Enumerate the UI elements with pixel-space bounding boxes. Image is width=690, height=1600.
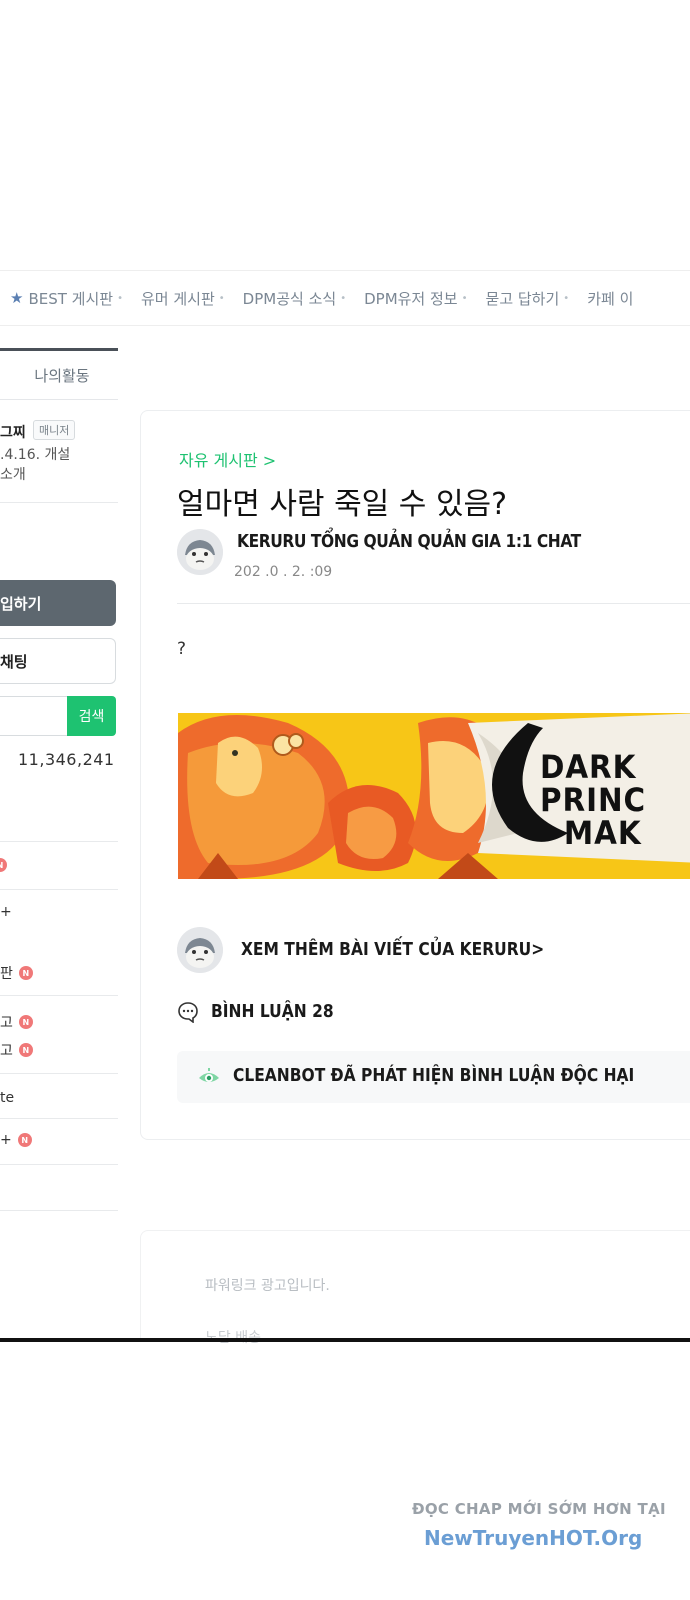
author-name[interactable]: KERURU TỔNG QUẢN QUẢN GIA 1:1 CHAT [237, 531, 581, 552]
menu-item-label: te [0, 1090, 15, 1106]
menu-item[interactable]: + N [0, 1132, 32, 1148]
board-nav-bar: ★ BEST 게시판 • 유머 게시판 • DPM공식 소식 • DPM유저 정… [0, 270, 690, 326]
nav-item-cafe[interactable]: 카페 이 [587, 288, 633, 309]
menu-item[interactable]: 고 N [0, 1012, 33, 1032]
nav-item-best[interactable]: ★ BEST 게시판 [10, 288, 113, 309]
post-date: 202 .0 . 2. :09 [234, 564, 333, 580]
nav-item-label: 묻고 답하기 [485, 289, 560, 308]
cafe-chat-button[interactable]: 채팅 [0, 638, 116, 684]
new-badge: N [0, 858, 7, 872]
manager-badge: 매니저 [33, 420, 76, 440]
menu-item[interactable]: te [0, 1090, 14, 1106]
divider [0, 1210, 118, 1211]
new-badge: N [18, 966, 33, 980]
ad-label: 파워링크 광고입니다. [205, 1278, 330, 1294]
more-posts-link[interactable]: XEM THÊM BÀI VIẾT CỦA KERURU> [241, 939, 544, 960]
cafe-name[interactable]: 그찌 [0, 422, 26, 442]
cleanbot-notice: CLEANBOT ĐÃ PHÁT HIỆN BÌNH LUẬN ĐỘC HẠI [177, 1051, 690, 1103]
menu-item[interactable]: 고 N [0, 1040, 33, 1060]
divider [0, 841, 118, 842]
new-badge: N [18, 1043, 33, 1057]
menu-item-label: 고 [0, 1015, 13, 1031]
comment-count[interactable]: BÌNH LUẬN 28 [211, 1001, 334, 1022]
nav-item-label: DPM공식 소식 [242, 289, 337, 308]
menu-item-label: 고 [0, 1043, 13, 1059]
cleanbot-text: CLEANBOT ĐÃ PHÁT HIỆN BÌNH LUẬN ĐỘC HẠI [233, 1065, 635, 1086]
board-breadcrumb[interactable]: 자유 게시판 > [179, 447, 276, 471]
menu-item-label: 판 [0, 966, 13, 982]
member-count: 11,346,241 [18, 750, 115, 769]
nav-separator: • [117, 292, 123, 304]
post-body: ? [177, 639, 187, 659]
cafe-intro-link[interactable]: 소개 [0, 464, 26, 484]
nav-item-qna[interactable]: 묻고 답하기 [486, 288, 560, 309]
author-avatar[interactable] [177, 927, 223, 973]
avatar-penguin-icon [177, 927, 223, 973]
comment-icon [178, 1002, 198, 1023]
ad-item[interactable]: 노담 배송 [205, 1327, 261, 1347]
nav-item-humor[interactable]: 유머 게시판 [141, 288, 215, 309]
join-cafe-button[interactable]: 입하기 [0, 580, 116, 626]
banner-logo-line: DARK [540, 748, 637, 786]
divider [0, 1164, 118, 1165]
star-icon: ★ [10, 289, 24, 307]
divider [0, 502, 118, 503]
article-card: 자유 게시판 > 얼마면 사람 죽일 수 있음? KERURU TỔNG QUẢ… [140, 410, 690, 1140]
banner-logo-line: PRINC [540, 781, 647, 819]
divider [0, 1118, 118, 1119]
divider [177, 603, 690, 604]
menu-item[interactable]: 판 N [0, 963, 33, 983]
nav-item-label: 유머 게시판 [140, 289, 215, 308]
new-badge: N [17, 1133, 32, 1147]
tab-my-activity[interactable]: 나의활동 [0, 348, 118, 400]
menu-item-label: + [0, 904, 12, 920]
banner-logo-line: MAK [563, 814, 642, 852]
watermark-site: NewTruyenHOT.Org [424, 1526, 643, 1550]
nav-item-label: DPM유저 정보 [364, 289, 458, 308]
menu-item[interactable]: + [0, 904, 12, 920]
author-avatar[interactable] [177, 529, 223, 575]
menu-item-label: + [0, 1132, 12, 1148]
nav-item-label: BEST 게시판 [28, 289, 114, 308]
nav-item-dpm-user-info[interactable]: DPM유저 정보 [364, 288, 458, 309]
new-badge: N [18, 1015, 33, 1029]
divider [0, 995, 118, 996]
nav-separator: • [461, 292, 468, 304]
nav-separator: • [218, 292, 225, 304]
post-banner-image: DARK PRINC MAK [178, 713, 690, 879]
nav-separator: • [340, 292, 347, 304]
powerlink-ad-card: 파워링크 광고입니다. 노담 배송 [140, 1230, 690, 1346]
banner-logo-text: DARK PRINC MAK [540, 751, 646, 850]
cafe-search-input[interactable] [0, 696, 68, 736]
nav-separator: • [563, 292, 570, 304]
nav-item-label: 카페 이 [587, 289, 634, 308]
divider [0, 1073, 118, 1074]
frame-border [0, 1338, 690, 1342]
search-button[interactable]: 검색 [67, 696, 116, 736]
cleanbot-eye-icon [199, 1068, 219, 1082]
post-title: 얼마면 사람 죽일 수 있음? [177, 487, 508, 522]
avatar-penguin-icon [177, 529, 223, 575]
menu-item[interactable]: N [0, 858, 7, 872]
divider [0, 889, 118, 890]
cafe-created-date: .4.16. 개설 [0, 447, 71, 463]
nav-item-dpm-news[interactable]: DPM공식 소식 [243, 288, 337, 309]
sidebar: 나의활동 그찌 매니저 .4.16. 개설 소개 입하기 채팅 검색 11,34… [0, 348, 118, 1348]
watermark-line: ĐỌC CHAP MỚI SỚM HƠN TẠI [412, 1500, 666, 1518]
